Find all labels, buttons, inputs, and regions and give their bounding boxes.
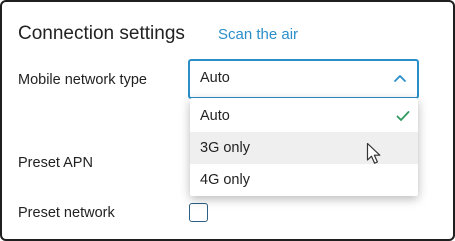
network-type-dropdown: Auto 3G only 4G only [190,98,418,196]
mouse-cursor-icon [366,142,381,164]
option-label: 4G only [200,172,250,188]
page-title: Connection settings [18,23,185,44]
scan-the-air-link[interactable]: Scan the air [218,26,298,43]
preset-network-label: Preset network [18,205,115,221]
network-type-select[interactable]: Auto [188,59,419,99]
option-4g-only[interactable]: 4G only [190,164,418,196]
connection-settings-panel: Connection settings Scan the air Mobile … [0,0,455,241]
preset-apn-label: Preset APN [18,155,93,171]
chevron-up-icon [394,75,406,82]
option-label: 3G only [200,140,250,156]
option-label: Auto [200,108,230,124]
check-icon [396,111,410,121]
option-3g-only[interactable]: 3G only [190,132,418,164]
preset-network-checkbox[interactable] [189,203,208,222]
option-auto[interactable]: Auto [190,100,418,132]
network-type-label: Mobile network type [18,72,147,88]
network-type-value: Auto [200,70,230,86]
